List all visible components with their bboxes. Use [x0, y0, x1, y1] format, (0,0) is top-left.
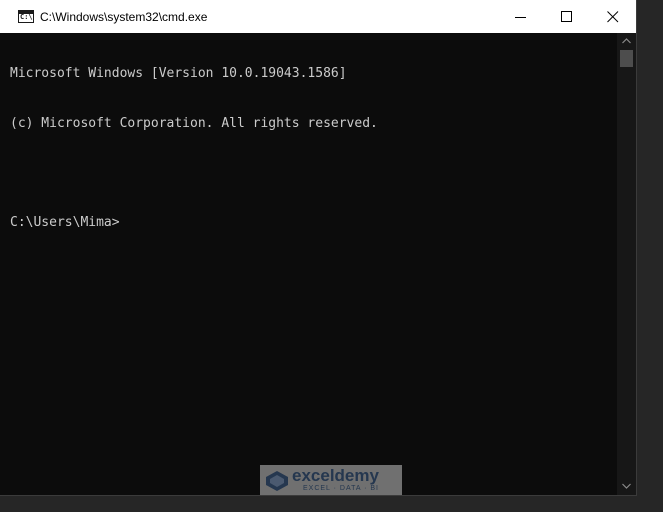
exceldemy-logo-icon	[266, 471, 288, 491]
scroll-down-button[interactable]	[617, 478, 636, 495]
exceldemy-watermark: exceldemy EXCEL · DATA · BI	[260, 465, 402, 495]
command-prompt[interactable]: C:\Users\Mima>	[10, 215, 617, 232]
title-bar[interactable]: C:\ C:\Windows\system32\cmd.exe	[0, 0, 636, 33]
watermark-name: exceldemy	[292, 466, 379, 485]
maximize-icon	[561, 11, 572, 22]
cmd-window: C:\ C:\Windows\system32\cmd.exe Microsof…	[0, 0, 637, 496]
cmd-icon-glyph: C:\	[20, 13, 33, 21]
console-line: (c) Microsoft Corporation. All rights re…	[10, 115, 378, 131]
cmd-icon[interactable]: C:\	[18, 10, 34, 23]
chevron-up-icon	[622, 38, 631, 44]
window-title: C:\Windows\system32\cmd.exe	[40, 10, 208, 24]
chevron-down-icon	[622, 483, 631, 489]
close-button[interactable]	[590, 0, 636, 33]
minimize-button[interactable]	[498, 0, 544, 33]
maximize-button[interactable]	[544, 0, 590, 33]
watermark-tagline: EXCEL · DATA · BI	[303, 485, 379, 492]
console-line: Microsoft Windows [Version 10.0.19043.15…	[10, 66, 347, 81]
scroll-up-button[interactable]	[617, 33, 636, 50]
scroll-thumb[interactable]	[620, 50, 633, 67]
close-icon	[607, 11, 619, 23]
vertical-scrollbar[interactable]	[617, 33, 636, 495]
console-output[interactable]: Microsoft Windows [Version 10.0.19043.15…	[0, 33, 617, 495]
minimize-icon	[515, 17, 526, 18]
